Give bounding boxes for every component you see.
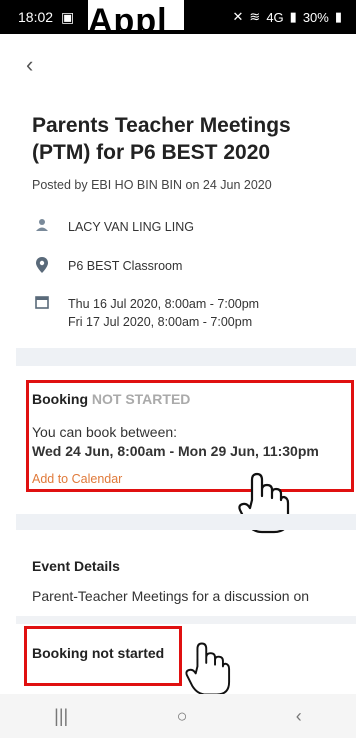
dates-row: Thu 16 Jul 2020, 8:00am - 7:00pm Fri 17 … — [32, 295, 259, 331]
booking-intro: You can book between: — [32, 424, 178, 440]
location-row: P6 BEST Classroom — [32, 257, 182, 275]
add-to-calendar-link[interactable]: Add to Calendar — [32, 472, 122, 486]
system-back-button[interactable]: ‹ — [296, 706, 302, 727]
footer-divider — [16, 616, 356, 624]
wifi-icon: ≋ — [249, 9, 261, 24]
booking-status: NOT STARTED — [91, 391, 191, 407]
system-nav-bar: ||| ○ ‹ — [0, 694, 356, 738]
network-label: 4G — [266, 9, 284, 25]
date-line: Thu 16 Jul 2020, 8:00am - 7:00pm — [68, 297, 260, 311]
section-divider — [16, 514, 356, 530]
event-details-text: Parent-Teacher Meetings for a discussion… — [32, 588, 310, 604]
posted-by: Posted by EBI HO BIN BIN on 24 Jun 2020 — [32, 178, 272, 192]
event-title: Parents Teacher Meetings (PTM) for P6 BE… — [32, 114, 291, 164]
location-pin-icon — [32, 257, 52, 275]
mute-icon: ✕ — [232, 9, 244, 24]
hand-pointer-icon — [238, 470, 290, 541]
signal-icon: ▮ — [289, 9, 297, 24]
booking-label: Booking — [32, 391, 88, 407]
status-time: 18:02 — [18, 9, 54, 25]
battery-label: 30% — [302, 9, 329, 25]
battery-icon: ▮ — [334, 9, 342, 24]
back-button[interactable]: ‹ — [26, 52, 33, 78]
teacher-row: LACY VAN LING LING — [32, 218, 194, 236]
booking-heading: Booking NOT STARTED — [32, 391, 190, 407]
section-divider — [16, 348, 356, 366]
overlay-caption: Appl — [88, 4, 168, 34]
gallery-icon: ▣ — [61, 8, 75, 25]
recent-apps-button[interactable]: ||| — [54, 706, 68, 727]
booking-range: Wed 24 Jun, 8:00am - Mon 29 Jun, 11:30pm — [32, 443, 319, 459]
event-details-heading: Event Details — [32, 558, 120, 574]
booking-not-started-button[interactable]: Booking not started — [32, 645, 164, 661]
teacher-name: LACY VAN LING LING — [68, 220, 194, 234]
calendar-icon — [32, 295, 52, 331]
person-icon — [32, 218, 52, 236]
location-name: P6 BEST Classroom — [68, 259, 183, 273]
home-button[interactable]: ○ — [177, 706, 188, 727]
date-line: Fri 17 Jul 2020, 8:00am - 7:00pm — [68, 315, 253, 329]
